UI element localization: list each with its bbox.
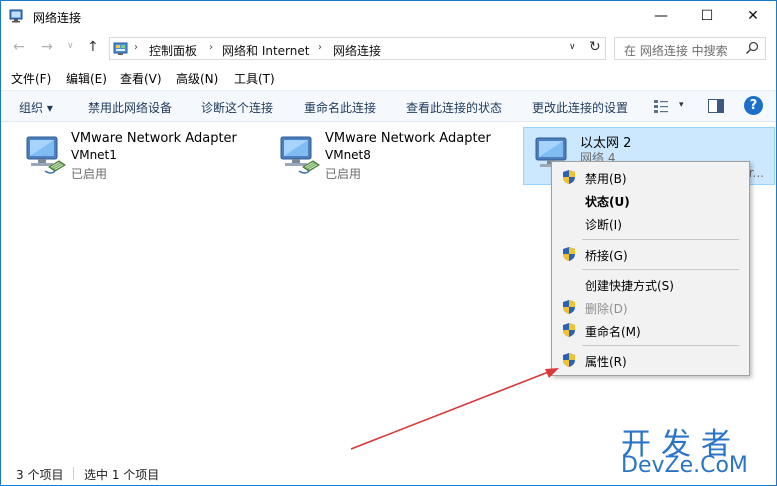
address-dropdown[interactable]: ∨ — [569, 42, 576, 52]
ctx-label: 重命名(M) — [585, 325, 641, 339]
menu-bar: 文件(F) 编辑(E) 查看(V) 高级(N) 工具(T) — [1, 67, 776, 89]
adapter-device: VMnet1 — [71, 148, 117, 162]
search-icon — [745, 41, 759, 55]
ctx-disable[interactable]: 禁用(B) — [552, 166, 749, 188]
ctx-label: 创建快捷方式(S) — [585, 279, 674, 293]
ctx-label: 状态(U) — [585, 195, 630, 209]
breadcrumb-separator: › — [209, 42, 213, 53]
menu-separator — [582, 345, 739, 346]
watermark-logo-bottom: DevZe.CoM — [621, 453, 748, 478]
ctx-rename[interactable]: 重命名(M) — [552, 319, 749, 341]
menu-tools[interactable]: 工具(T) — [234, 70, 275, 87]
breadcrumb-control-panel[interactable]: 控制面板 — [149, 42, 197, 59]
close-button[interactable]: ✕ — [730, 1, 776, 31]
adapter-vmnet1[interactable]: VMware Network Adapter VMnet1 已启用 — [15, 127, 267, 185]
ctx-properties[interactable]: 属性(R) — [552, 349, 749, 371]
context-menu: 禁用(B) 状态(U) 诊断(I) 桥接(G) 创建快捷方式(S) 删除(D) … — [551, 161, 750, 376]
back-button[interactable]: ← — [13, 39, 25, 55]
network-connections-window: 网络连接 — ☐ ✕ ← → ∨ ↑ › 控制面板 › 网络和 Internet… — [0, 0, 777, 486]
breadcrumb-network-connections[interactable]: 网络连接 — [333, 42, 381, 59]
recent-locations-dropdown[interactable]: ∨ — [67, 41, 74, 51]
breadcrumb-network-internet[interactable]: 网络和 Internet — [222, 42, 309, 59]
ctx-label: 属性(R) — [585, 355, 627, 369]
forward-button[interactable]: → — [41, 39, 53, 55]
search-box[interactable]: 在 网络连接 中搜索 — [614, 37, 766, 60]
title-bar: 网络连接 — ☐ ✕ — [1, 1, 776, 31]
item-count: 3 个项目 — [16, 468, 64, 482]
up-button[interactable]: ↑ — [87, 39, 99, 55]
ctx-label: 删除(D) — [585, 302, 628, 316]
annotation-arrow — [350, 368, 559, 450]
rename-button[interactable]: 重命名此连接 — [304, 99, 376, 116]
control-panel-icon — [113, 42, 128, 55]
preview-pane-icon[interactable] — [708, 99, 724, 113]
menu-separator — [582, 239, 739, 240]
minimize-button[interactable]: — — [638, 1, 684, 31]
window-title: 网络连接 — [33, 11, 82, 25]
ctx-diagnose[interactable]: 诊断(I) — [552, 212, 749, 234]
breadcrumb-separator: › — [318, 42, 322, 53]
adapter-device: VMnet8 — [325, 148, 371, 162]
ctx-status[interactable]: 状态(U) — [552, 189, 749, 211]
ctx-create-shortcut[interactable]: 创建快捷方式(S) — [552, 273, 749, 295]
adapter-vmnet8[interactable]: VMware Network Adapter VMnet8 已启用 — [269, 127, 521, 185]
network-folder-icon — [9, 9, 23, 23]
diagnose-button[interactable]: 诊断这个连接 — [201, 99, 273, 116]
organize-button[interactable]: 组织 ▾ — [19, 99, 53, 116]
network-adapter-icon — [26, 136, 66, 174]
menu-file[interactable]: 文件(F) — [11, 70, 51, 87]
menu-edit[interactable]: 编辑(E) — [66, 70, 107, 87]
change-settings-button[interactable]: 更改此连接的设置 — [532, 99, 628, 116]
navigation-bar: ← → ∨ ↑ › 控制面板 › 网络和 Internet › 网络连接 ∨ ↻… — [1, 31, 776, 65]
ctx-label: 桥接(G) — [585, 249, 628, 263]
view-options-dropdown[interactable]: ▾ — [679, 100, 684, 110]
status-divider — [73, 467, 74, 480]
adapter-name: VMware Network Adapter — [325, 131, 491, 146]
ctx-delete: 删除(D) — [552, 296, 749, 318]
ctx-label: 诊断(I) — [585, 218, 622, 232]
maximize-button[interactable]: ☐ — [684, 1, 730, 31]
view-options-icon[interactable] — [653, 98, 669, 114]
view-status-button[interactable]: 查看此连接的状态 — [406, 99, 502, 116]
adapter-name: VMware Network Adapter — [71, 131, 237, 146]
address-bar[interactable]: › 控制面板 › 网络和 Internet › 网络连接 ∨ ↻ — [109, 37, 606, 60]
help-button[interactable]: ? — [744, 96, 763, 115]
uac-shield-icon — [563, 170, 575, 184]
selection-count: 选中 1 个项目 — [84, 468, 160, 482]
uac-shield-icon — [563, 323, 575, 337]
ctx-label: 禁用(B) — [585, 172, 627, 186]
adapter-status: 已启用 — [325, 167, 362, 181]
breadcrumb-separator: › — [134, 42, 138, 53]
adapter-status: 已启用 — [71, 167, 108, 181]
uac-shield-icon — [563, 247, 575, 261]
ctx-bridge[interactable]: 桥接(G) — [552, 243, 749, 265]
network-adapter-icon — [280, 136, 320, 174]
uac-shield-icon — [563, 300, 575, 314]
menu-separator — [582, 269, 739, 270]
menu-view[interactable]: 查看(V) — [120, 70, 162, 87]
disable-device-button[interactable]: 禁用此网络设备 — [88, 99, 172, 116]
command-bar: 组织 ▾ 禁用此网络设备 诊断这个连接 重命名此连接 查看此连接的状态 更改此连… — [1, 90, 776, 122]
menu-advanced[interactable]: 高级(N) — [176, 70, 218, 87]
refresh-button[interactable]: ↻ — [589, 39, 601, 55]
search-input[interactable]: 在 网络连接 中搜索 — [624, 42, 728, 59]
